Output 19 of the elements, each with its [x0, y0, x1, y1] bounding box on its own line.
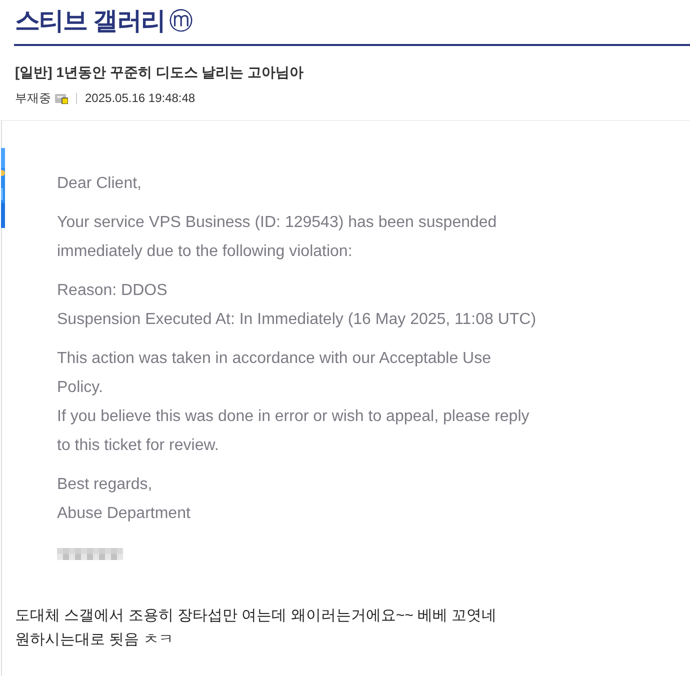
email-text-line: Dear Client,: [57, 174, 142, 194]
email-text-line: to this ticket for review.: [57, 436, 220, 456]
post-title: [일반] 1년동안 꾸준히 디도스 날리는 고아님아: [15, 63, 305, 82]
user-icon: [55, 92, 68, 104]
email-text-line: Your service VPS Business (ID: 129543) has been suspended: [57, 213, 498, 233]
email-text-line: Abuse Department: [57, 504, 192, 524]
author-name[interactable]: 부재중: [15, 89, 51, 107]
minor-gallery-icon: ⓜ: [168, 10, 193, 34]
email-text-line: immediately due to the following violation:: [57, 242, 354, 262]
body-text-line: 원하시는대로 됫음 ㅊㅋ: [15, 630, 174, 650]
email-text-line: This action was taken in accordance with our Acceptable Use: [57, 349, 492, 369]
body-text-line: 도대체 스갤에서 조용히 장타섭만 여는데 왜이러는거에요~~ 베베 꼬엿네: [15, 606, 498, 626]
email-text-line: Best regards,: [57, 475, 154, 495]
email-text-line: Reason: DDOS: [57, 281, 168, 301]
email-text-line: Suspension Executed At: In Immediately (16 May 2025, 11:08 UTC): [57, 310, 538, 330]
post-date: 2025.05.16 19:48:48: [85, 90, 196, 107]
email-text-line: If you believe this was done in error or wish to appeal, please reply: [57, 407, 530, 427]
gallery-title[interactable]: 스티브 갤러리: [15, 9, 165, 34]
email-text-line: Policy.: [57, 378, 104, 398]
